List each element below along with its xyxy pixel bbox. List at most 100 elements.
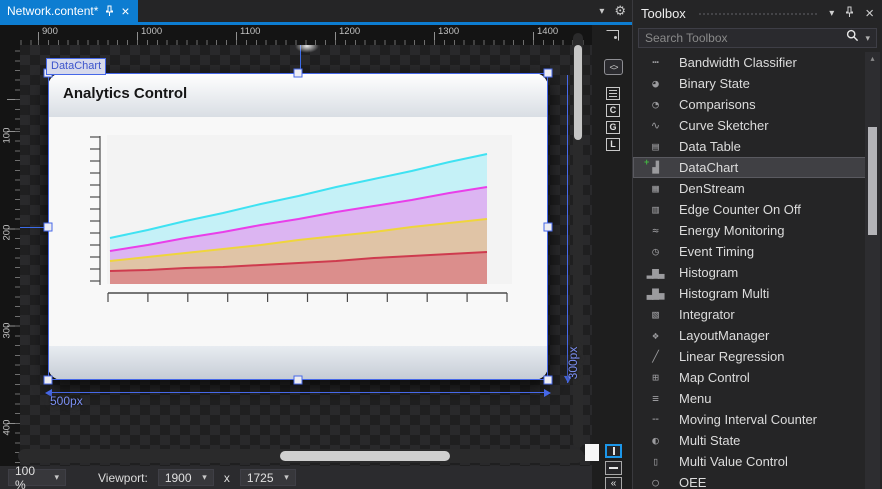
toolbox-item-label: Multi State — [679, 433, 740, 448]
ruler-label: 1200 — [339, 26, 360, 37]
toolbox-item-oee[interactable]: ○OEE — [633, 472, 869, 489]
scroll-up-arrow-icon[interactable]: ▴ — [865, 54, 880, 63]
horizontal-split-icon — [609, 467, 618, 469]
viewport-separator: x — [224, 471, 230, 485]
resize-handle-middle-right[interactable] — [544, 223, 553, 232]
toolbox-item-multi-value-control[interactable]: ▯Multi Value Control — [633, 451, 869, 472]
viewport-width-select[interactable]: 1900 ▾ — [158, 469, 214, 486]
ruler-label: 400 — [2, 415, 13, 435]
vertical-scroll-thumb[interactable] — [574, 45, 582, 140]
toolbox-item-label: Energy Monitoring — [679, 223, 785, 238]
toolbox-item-data-table[interactable]: ▤Data Table — [633, 136, 869, 157]
design-canvas[interactable]: Analytics Control DataChart — [20, 45, 592, 466]
collapse-pane-button[interactable]: « — [605, 477, 622, 489]
chevron-down-icon[interactable]: ▾ — [865, 33, 870, 44]
toolbox-list: ┅Bandwidth Classifier◕Binary State◔Compa… — [633, 52, 869, 489]
close-icon[interactable]: × — [121, 4, 129, 18]
toolbox-item-map-control[interactable]: ⊞Map Control — [633, 367, 869, 388]
designer-toggle-g[interactable]: G — [606, 121, 620, 134]
resize-handle-bottom-left[interactable] — [44, 376, 53, 385]
snaplines-toggle-icon[interactable] — [606, 30, 619, 41]
chevron-down-icon: ▾ — [202, 472, 207, 483]
event-timing-icon: ◷ — [646, 245, 664, 258]
close-icon[interactable]: × — [865, 6, 874, 21]
zoom-value: 100 % — [15, 464, 46, 489]
vertical-ruler: 100200300400 — [0, 45, 20, 466]
tab-list-chevron-icon[interactable]: ▾ — [599, 6, 604, 17]
width-dimension-label: 500px — [50, 394, 83, 408]
designer-status-bar: 100 % ▾ Viewport: 1900 ▾ x 1725 ▾ — [0, 466, 592, 489]
viewport-label: Viewport: — [98, 471, 148, 485]
height-dimension-label: 300px — [566, 341, 580, 385]
zoom-select[interactable]: 100 % ▾ — [8, 469, 66, 486]
resize-handle-middle-left[interactable] — [44, 223, 53, 232]
ruler-label: 1000 — [141, 26, 162, 37]
toolbox-item-menu[interactable]: ≡Menu — [633, 388, 869, 409]
toolbox-item-layoutmanager[interactable]: ❖LayoutManager — [633, 325, 869, 346]
toolbox-item-linear-regression[interactable]: ╱Linear Regression — [633, 346, 869, 367]
horizontal-scroll-thumb[interactable] — [280, 451, 450, 461]
gear-icon[interactable]: ⚙ — [614, 3, 626, 19]
mouse-cursor-glow — [295, 45, 319, 53]
toolbox-scrollbar[interactable]: ▴ — [865, 52, 880, 489]
horizontal-split-button[interactable] — [605, 461, 622, 475]
toolbox-item-bandwidth-classifier[interactable]: ┅Bandwidth Classifier — [633, 52, 869, 73]
toolbox-item-comparisons[interactable]: ◔Comparisons — [633, 94, 869, 115]
canvas-vertical-scrollbar[interactable] — [573, 33, 583, 448]
toolbox-item-energy-monitoring[interactable]: ≈Energy Monitoring — [633, 220, 869, 241]
toolbox-item-histogram-multi[interactable]: ▃▇▄Histogram Multi — [633, 283, 869, 304]
boxed-toggles: CGL — [606, 87, 620, 155]
selected-control-tag: DataChart — [46, 58, 106, 75]
toolbox-item-denstream[interactable]: ▦DenStream — [633, 178, 869, 199]
edge-counter-icon: ▥ — [646, 203, 664, 216]
toolbox-panel: Toolbox ▾ × Search Toolbox ▾ ┅Bandwidth … — [632, 0, 882, 489]
moving-interval-counter-icon: ╌ — [646, 413, 664, 426]
toolbox-item-datachart[interactable]: ▟+DataChart — [633, 157, 869, 178]
toolbox-item-label: Histogram Multi — [679, 286, 769, 301]
window-position-chevron-icon[interactable]: ▾ — [829, 8, 834, 19]
toolbox-item-moving-interval-counter[interactable]: ╌Moving Interval Counter — [633, 409, 869, 430]
toolbox-search-input[interactable]: Search Toolbox ▾ — [638, 28, 877, 48]
outline-toggle-icon[interactable] — [606, 87, 620, 100]
toolbox-item-event-timing[interactable]: ◷Event Timing — [633, 241, 869, 262]
resize-handle-top-right[interactable] — [544, 69, 553, 78]
code-view-toggle[interactable]: <> — [604, 59, 623, 75]
toolbox-item-multi-state[interactable]: ◐Multi State — [633, 430, 869, 451]
toolbox-item-edge-counter-on-off[interactable]: ▥ Edge Counter On Off — [633, 199, 869, 220]
selection-rectangle — [48, 73, 548, 380]
viewport-width-value: 1900 — [165, 471, 192, 485]
document-tab-bar: Network.content* × ▾ ⚙ — [0, 0, 632, 22]
pin-icon[interactable] — [845, 6, 854, 21]
vertical-split-button[interactable] — [605, 444, 622, 458]
ruler-label: 200 — [2, 221, 13, 241]
toolbox-item-label: Multi Value Control — [679, 454, 788, 469]
toolbox-item-binary-state[interactable]: ◕Binary State — [633, 73, 869, 94]
tabbar-right-icons: ▾ ⚙ — [599, 0, 626, 22]
toolbox-item-curve-sketcher[interactable]: ∿Curve Sketcher — [633, 115, 869, 136]
resize-handle-bottom-right[interactable] — [544, 376, 553, 385]
toolbox-item-label: Comparisons — [679, 97, 756, 112]
canvas-horizontal-scrollbar[interactable] — [18, 449, 584, 463]
toolbox-item-label: OEE — [679, 475, 706, 489]
toolbox-scroll-thumb[interactable] — [868, 127, 877, 235]
pin-icon[interactable] — [105, 5, 114, 17]
toolbox-item-integrator[interactable]: ▧Integrator — [633, 304, 869, 325]
datachart-icon: ▟+ — [646, 161, 664, 174]
ruler-label: 1400 — [537, 26, 558, 37]
integrator-icon: ▧ — [646, 308, 664, 321]
toolbox-item-label: Bandwidth Classifier — [679, 55, 797, 70]
toolbox-item-histogram[interactable]: ▂▆▃Histogram — [633, 262, 869, 283]
viewport-height-value: 1725 — [247, 471, 274, 485]
toolbox-header: Toolbox ▾ × — [633, 0, 882, 26]
resize-handle-bottom-center[interactable] — [294, 376, 303, 385]
horizontal-ruler: 90010001100120013001400 — [20, 25, 592, 45]
search-icon[interactable] — [846, 29, 859, 47]
data-table-icon: ▤ — [646, 140, 664, 153]
toolbox-item-label: Histogram — [679, 265, 738, 280]
designer-toggle-c[interactable]: C — [606, 104, 620, 117]
viewport-height-select[interactable]: 1725 ▾ — [240, 469, 296, 486]
resize-handle-top-center[interactable] — [294, 69, 303, 78]
document-tab[interactable]: Network.content* × — [0, 0, 138, 22]
designer-toggle-l[interactable]: L — [606, 138, 620, 151]
toolbox-item-label: Edge Counter On Off — [679, 202, 801, 217]
